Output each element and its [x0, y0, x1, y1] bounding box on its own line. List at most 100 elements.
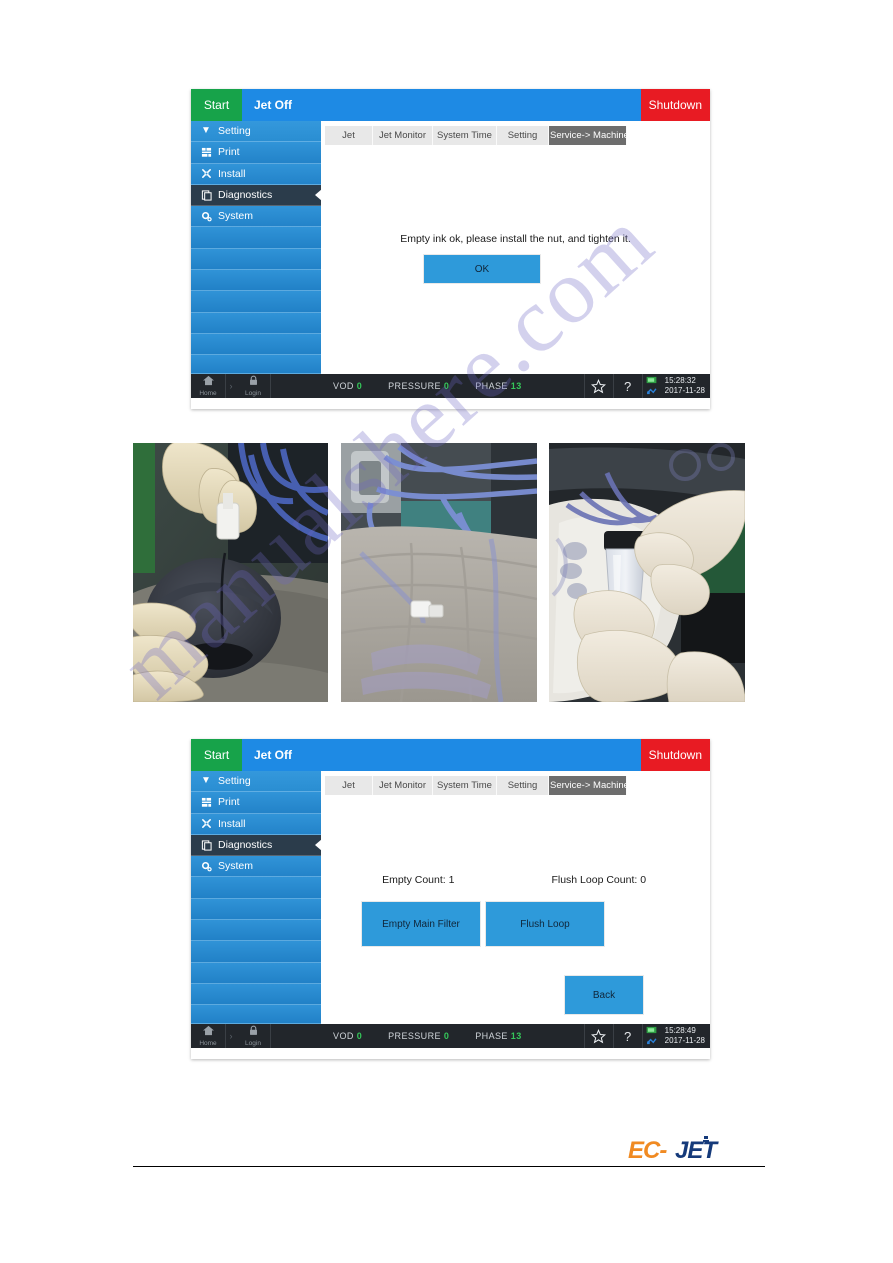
print-icon	[199, 797, 213, 808]
tab-jet-monitor[interactable]: Jet Monitor	[373, 126, 433, 145]
statusbar-right: ? 15:28:32 2017-11-28	[583, 374, 710, 398]
counters-row: Empty Count: 1 Flush Loop Count: 0	[321, 874, 710, 886]
tools-icon	[199, 818, 213, 829]
diagnostics-icon	[199, 189, 213, 201]
svg-text:EC-: EC-	[628, 1137, 667, 1164]
empty-main-filter-button[interactable]: Empty Main Filter	[361, 901, 481, 947]
shutdown-button[interactable]: Shutdown	[640, 89, 710, 121]
metric-vod: VOD 0	[333, 381, 363, 391]
home-button[interactable]: Home	[191, 374, 226, 398]
gear-icon	[199, 861, 213, 872]
triangle-down-icon: ▼	[201, 125, 211, 137]
tab-system-time[interactable]: System Time	[433, 776, 497, 795]
tab-setting[interactable]: Setting	[497, 126, 549, 145]
metric-pressure: PRESSURE 0	[388, 1031, 450, 1041]
sidebar-item-empty	[191, 355, 321, 374]
sidebar-item-diagnostics[interactable]: Diagnostics	[191, 834, 322, 857]
sidebar-item-label: Print	[218, 796, 240, 809]
sidebar-item-empty	[191, 333, 321, 356]
sidebar-item-empty	[191, 941, 321, 963]
connection-icons	[641, 374, 661, 398]
sidebar-item-setting[interactable]: ▼ Setting	[191, 121, 321, 143]
sidebar-item-empty	[191, 270, 321, 292]
sidebar-item-empty	[191, 898, 321, 921]
clock-time: 15:28:49	[664, 1026, 696, 1035]
metric-pressure: PRESSURE 0	[388, 381, 450, 391]
tab-jet-monitor[interactable]: Jet Monitor	[373, 776, 433, 795]
clock: 15:28:32 2017-11-28	[661, 376, 710, 396]
clock-time: 15:28:32	[664, 376, 696, 385]
statusbar-right: ? 15:28:49 2017-11-28	[583, 1024, 710, 1048]
sidebar-item-empty	[191, 1005, 321, 1024]
jet-status-label: Jet Off	[254, 98, 293, 112]
link-icon	[646, 387, 657, 397]
sidebar-item-label: Install	[218, 817, 246, 830]
tabbar: Jet Jet Monitor System Time Setting Serv…	[321, 771, 710, 795]
footer-divider	[133, 1166, 765, 1167]
ok-button[interactable]: OK	[423, 254, 541, 284]
star-icon[interactable]	[583, 374, 613, 398]
metrics-group: VOD 0 PRESSURE 0 PHASE 13	[271, 381, 584, 391]
photo-tube-connector	[341, 443, 537, 702]
sidebar-item-system[interactable]: System	[191, 206, 321, 228]
login-button[interactable]: Login	[236, 1024, 271, 1048]
sidebar-item-print[interactable]: Print	[191, 792, 321, 814]
sidebar-item-diagnostics[interactable]: Diagnostics	[191, 184, 322, 207]
sidebar-item-label: Setting	[218, 775, 251, 788]
ui-body: ▼ Setting Print Install Diagnostics Syst…	[191, 771, 710, 1024]
tab-service-machine-flush[interactable]: Service-> Machine Flush	[549, 126, 627, 145]
sidebar-item-setting[interactable]: ▼ Setting	[191, 771, 321, 793]
tab-jet[interactable]: Jet	[325, 776, 373, 795]
dialog-message: Empty ink ok, please install the nut, an…	[400, 233, 631, 245]
flush-loop-button[interactable]: Flush Loop	[485, 901, 605, 947]
sidebar-item-install[interactable]: Install	[191, 813, 321, 835]
sidebar-item-print[interactable]: Print	[191, 142, 321, 164]
start-button[interactable]: Start	[191, 89, 242, 121]
sidebar-item-label: Setting	[218, 125, 251, 138]
content-area: Jet Jet Monitor System Time Setting Serv…	[321, 771, 710, 1024]
link-icon	[646, 1037, 657, 1047]
tab-service-machine-flush[interactable]: Service-> Machine Flush	[549, 776, 627, 795]
sidebar-item-label: Diagnostics	[218, 189, 273, 202]
back-button[interactable]: Back	[564, 975, 644, 1015]
sidebar-item-system[interactable]: System	[191, 856, 321, 878]
metrics-group: VOD 0 PRESSURE 0 PHASE 13	[271, 1031, 584, 1041]
connection-icons	[641, 1024, 661, 1048]
sidebar-item-label: Diagnostics	[218, 839, 273, 852]
sidebar-item-empty	[191, 983, 321, 1006]
question-mark-icon[interactable]: ?	[612, 1024, 642, 1048]
triangle-down-icon: ▼	[201, 775, 211, 787]
login-label: Login	[245, 389, 261, 397]
home-button[interactable]: Home	[191, 1024, 226, 1048]
tab-system-time[interactable]: System Time	[433, 126, 497, 145]
sidebar-item-empty	[191, 962, 321, 984]
sidebar: ▼ Setting Print Install Diagnostics Syst…	[191, 121, 322, 374]
tab-setting[interactable]: Setting	[497, 776, 549, 795]
metric-phase: PHASE 13	[475, 381, 522, 391]
sidebar-item-empty	[191, 291, 321, 313]
metric-phase: PHASE 13	[475, 1031, 522, 1041]
svg-text:JET: JET	[675, 1137, 719, 1164]
star-icon[interactable]	[583, 1024, 613, 1048]
shutdown-button[interactable]: Shutdown	[640, 739, 710, 771]
tab-jet[interactable]: Jet	[325, 126, 373, 145]
network-icon	[646, 1026, 657, 1036]
sidebar-item-empty	[191, 877, 321, 899]
sidebar-item-label: Install	[218, 167, 246, 180]
clock: 15:28:49 2017-11-28	[661, 1026, 710, 1046]
diagnostics-icon	[199, 839, 213, 851]
machine-ui-screen-1: Start Jet Off Shutdown ▼ Setting Print I…	[191, 89, 710, 409]
question-mark-icon[interactable]: ?	[612, 374, 642, 398]
lock-icon	[248, 375, 259, 389]
metric-vod: VOD 0	[333, 1031, 363, 1041]
login-button[interactable]: Login	[236, 374, 271, 398]
statusbar: Home › Login VOD0 PRESSURE0 PHASE13 ?	[191, 1024, 710, 1048]
sidebar-item-install[interactable]: Install	[191, 163, 321, 185]
network-icon	[646, 376, 657, 386]
home-icon	[202, 1025, 215, 1039]
start-button[interactable]: Start	[191, 739, 242, 771]
breadcrumb-separator: ›	[229, 1031, 233, 1041]
sidebar-item-label: Print	[218, 146, 240, 159]
clock-date: 2017-11-28	[664, 386, 705, 395]
machine-ui-screen-2: Start Jet Off Shutdown ▼ Setting Print I…	[191, 739, 710, 1059]
